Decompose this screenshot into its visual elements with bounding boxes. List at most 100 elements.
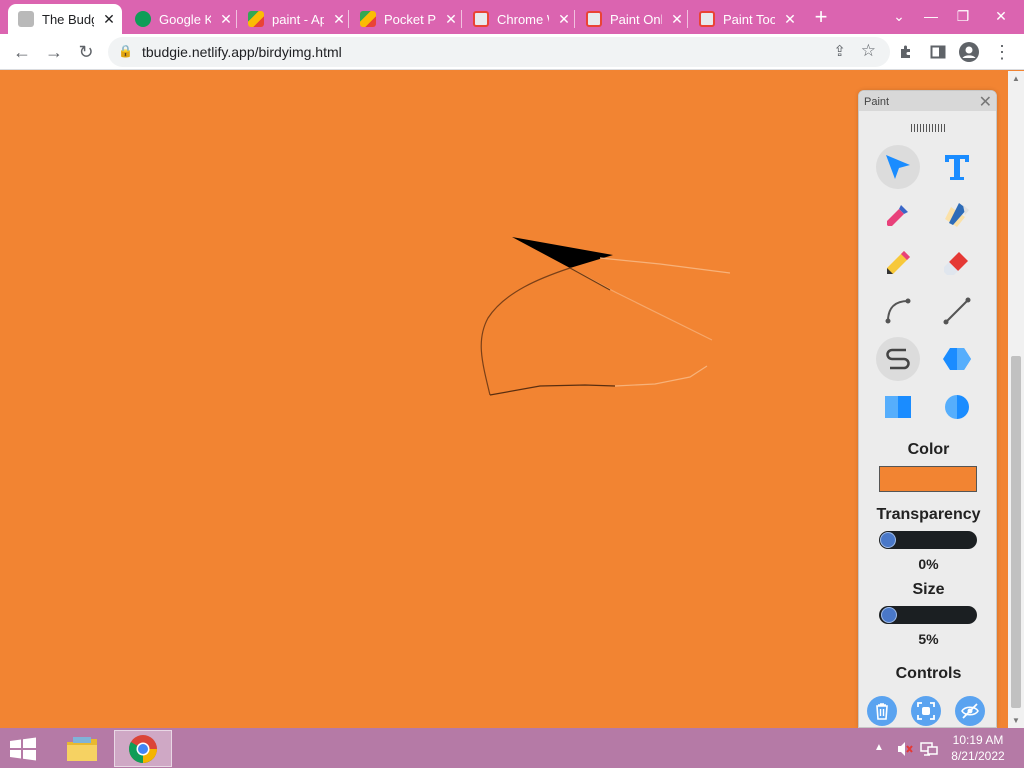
color-swatch[interactable]: [879, 466, 977, 492]
file-explorer-button[interactable]: [54, 730, 110, 767]
side-panel-button[interactable]: [924, 38, 952, 66]
share-icon[interactable]: ⇪: [833, 42, 846, 60]
screenshot-button[interactable]: [911, 696, 941, 726]
hide-panel-button[interactable]: [955, 696, 985, 726]
windows-taskbar: ▲ 10:19 AM 8/21/2022: [0, 728, 1024, 768]
restore-button[interactable]: ❐: [946, 0, 980, 34]
tab-the-budgie[interactable]: The Budgie ✕: [8, 4, 122, 34]
forward-button[interactable]: →: [40, 38, 68, 66]
url-text[interactable]: tbudgie.netlify.app/birdyimg.html: [142, 44, 342, 60]
line-tool[interactable]: [935, 289, 979, 333]
text-tool[interactable]: [935, 145, 979, 189]
tab-title: The Budgie: [42, 11, 94, 27]
chrome-taskbar-button[interactable]: [114, 730, 172, 767]
curve-icon: [885, 298, 911, 324]
controls-label: Controls: [895, 665, 962, 682]
tab-chrome-web-store[interactable]: Chrome Web Store ✕: [463, 4, 571, 34]
tab-pocket-paint[interactable]: Pocket Paint ✕: [350, 4, 458, 34]
color-label: Color: [907, 441, 950, 458]
transparency-slider[interactable]: [879, 531, 977, 549]
page-scrollbar[interactable]: ▲ ▼: [1008, 71, 1024, 728]
eraser-tool[interactable]: [935, 241, 979, 285]
reload-button[interactable]: ↻: [72, 38, 100, 66]
hexagon-icon: [943, 348, 971, 370]
size-slider[interactable]: [879, 606, 977, 624]
tab-title: Paint Online: [610, 11, 662, 27]
text-t-icon: [945, 155, 969, 180]
tab-title: Paint Tool: [723, 11, 775, 27]
sketch-stroke: [489, 384, 616, 396]
puzzle-icon: [901, 45, 910, 58]
reload-icon: ↻: [78, 42, 94, 62]
scrollbar-thumb[interactable]: [1011, 356, 1021, 708]
windows-logo-icon: [10, 737, 36, 761]
eyedropper-icon: [887, 205, 908, 226]
drag-grip-icon[interactable]: [911, 124, 945, 132]
fill-tool[interactable]: [935, 193, 979, 237]
close-window-button[interactable]: ✕: [984, 0, 1018, 34]
lock-icon[interactable]: 🔒: [118, 44, 133, 58]
chrome-webstore-favicon-icon: [586, 11, 602, 27]
transparency-slider-knob[interactable]: [880, 532, 896, 548]
paint-panel-title: Paint: [864, 96, 890, 108]
close-icon[interactable]: ✕: [783, 11, 797, 28]
side-panel-icon: [930, 45, 946, 59]
size-slider-knob[interactable]: [880, 607, 897, 623]
sketch-stroke: [614, 365, 708, 387]
close-icon[interactable]: ✕: [979, 92, 992, 112]
caret-up-icon: ▲: [874, 742, 884, 753]
tab-separator: [236, 10, 237, 28]
trash-icon: [876, 703, 888, 720]
tray-overflow-button[interactable]: ▲: [874, 728, 888, 768]
pencil-tool[interactable]: [876, 241, 920, 285]
drawing-canvas[interactable]: [0, 71, 1008, 728]
dropper-tool[interactable]: [876, 193, 920, 237]
extensions-button[interactable]: [892, 38, 920, 66]
volume-muted-icon: [898, 742, 913, 756]
select-tool[interactable]: [876, 145, 920, 189]
close-icon[interactable]: ✕: [444, 11, 458, 28]
start-button[interactable]: [8, 737, 40, 761]
profile-button[interactable]: [955, 38, 983, 66]
chevron-down-icon: ⌄: [893, 8, 905, 24]
clear-canvas-button[interactable]: [867, 696, 897, 726]
close-icon[interactable]: ✕: [332, 11, 346, 28]
polygon-tool[interactable]: [935, 337, 979, 381]
paint-panel-header[interactable]: Paint ✕: [859, 91, 996, 111]
tab-title: Pocket Paint: [384, 11, 436, 27]
tab-paint-tool[interactable]: Paint Tool ✕: [689, 4, 797, 34]
curve-tool[interactable]: [876, 289, 920, 333]
close-icon[interactable]: ✕: [557, 11, 571, 28]
taskbar-clock[interactable]: 10:19 AM 8/21/2022: [948, 732, 1008, 764]
play-store-favicon-icon: [360, 11, 376, 27]
size-label: Size: [912, 581, 945, 598]
rectangle-tool[interactable]: [876, 385, 920, 429]
size-value: 5%: [918, 631, 939, 647]
address-bar[interactable]: 🔒 tbudgie.netlify.app/birdyimg.html ⇪ ☆: [108, 37, 890, 67]
sketch-stroke: [599, 257, 731, 274]
back-button[interactable]: ←: [8, 38, 36, 66]
tab-separator: [348, 10, 349, 28]
minimize-icon: —: [924, 8, 938, 24]
close-icon[interactable]: ✕: [102, 11, 116, 28]
minimize-button[interactable]: —: [914, 0, 948, 34]
chrome-webstore-favicon-icon: [473, 11, 489, 27]
new-tab-button[interactable]: +: [808, 4, 834, 30]
volume-button[interactable]: [896, 728, 916, 768]
tab-google-keep[interactable]: Google Keep ✕: [125, 4, 233, 34]
scroll-up-icon[interactable]: ▲: [1012, 74, 1020, 83]
scroll-down-icon[interactable]: ▼: [1012, 716, 1020, 725]
tab-paint-online[interactable]: Paint Online ✕: [576, 4, 684, 34]
close-icon[interactable]: ✕: [670, 11, 684, 28]
tab-paint-apps[interactable]: paint - Apps ✕: [238, 4, 346, 34]
bookmark-star-icon[interactable]: ☆: [861, 41, 876, 61]
line-icon: [943, 297, 971, 325]
tab-search-button[interactable]: ⌄: [882, 0, 916, 34]
ellipse-tool[interactable]: [935, 385, 979, 429]
arrow-right-icon: →: [45, 42, 63, 62]
menu-button[interactable]: ⋮: [988, 38, 1016, 66]
freeform-tool[interactable]: [876, 337, 920, 381]
close-icon[interactable]: ✕: [219, 11, 233, 28]
network-button[interactable]: [920, 728, 940, 768]
eraser-icon: [944, 252, 968, 275]
